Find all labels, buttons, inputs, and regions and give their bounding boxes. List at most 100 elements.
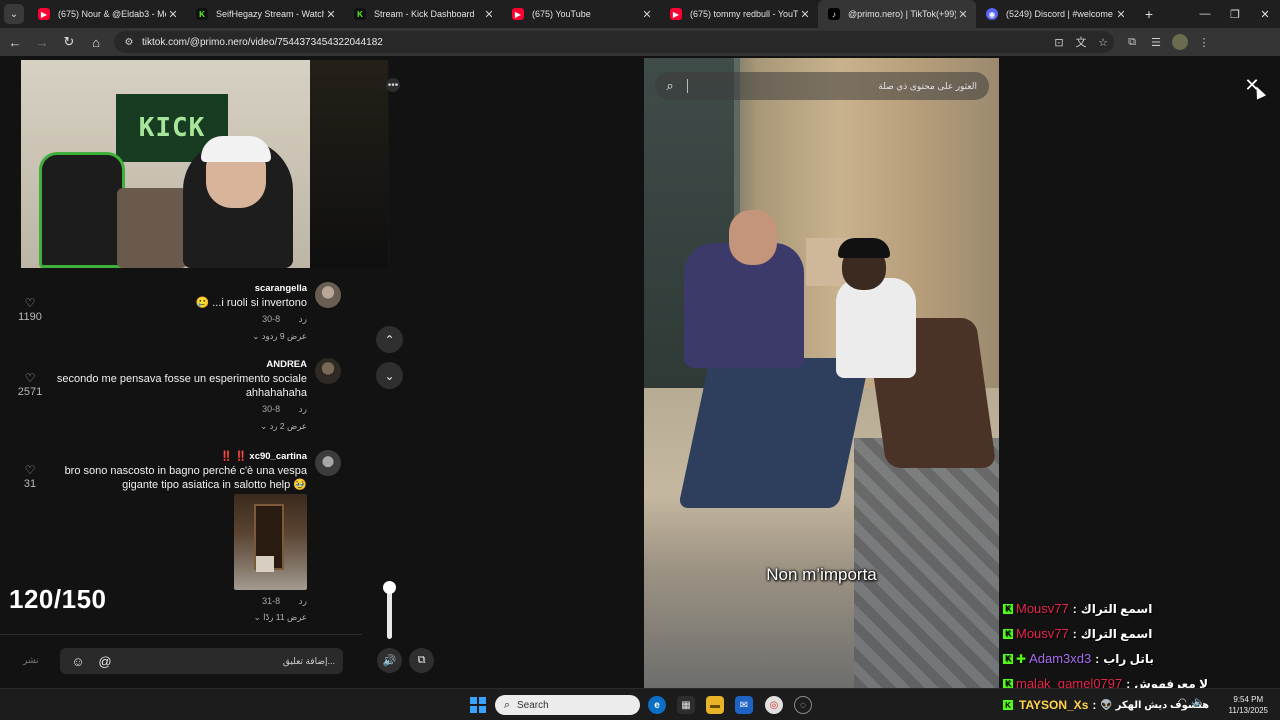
window-controls: — ❐ ✕ [1190, 0, 1280, 28]
profile-avatar[interactable] [1172, 34, 1188, 50]
youtube-icon: ▶ [38, 8, 50, 20]
comment-placeholder: إضافة تعليق... [282, 655, 335, 666]
obs-icon[interactable]: ◌ [794, 696, 812, 714]
site-info-icon[interactable]: ⚙ [122, 35, 136, 49]
kick-badge-icon: K [1003, 628, 1013, 639]
new-tab-button[interactable]: + [1138, 3, 1160, 25]
chat-nick[interactable]: Adam3xd3 [1029, 651, 1091, 666]
tab-kick-dashboard[interactable]: K Stream - Kick Dashboard ✕ [344, 0, 502, 28]
close-icon[interactable]: ✕ [482, 7, 496, 21]
post-comment-button[interactable]: نشر [23, 655, 39, 666]
translate-icon[interactable]: 文 [1070, 34, 1092, 50]
reply-link[interactable]: رد [299, 314, 307, 324]
tab-discord[interactable]: ◉ (5249) Discord | #welcome | Di ✕ [976, 0, 1134, 28]
more-options-icon[interactable]: ••• [386, 78, 400, 92]
close-icon[interactable]: ✕ [1114, 7, 1128, 21]
close-window-icon[interactable]: ✕ [1250, 0, 1280, 28]
home-icon[interactable]: ⌂ [84, 30, 108, 54]
reply-link[interactable]: رد [299, 404, 307, 414]
like-button[interactable]: ♡ 31 [14, 464, 46, 490]
like-button[interactable]: ♡ 2571 [14, 372, 46, 398]
comment-username[interactable]: ANDREA [266, 359, 307, 370]
tab-title: Stream - Kick Dashboard [374, 9, 475, 19]
comment-username[interactable]: ‼️ ‼️ xc90_cartina [220, 451, 307, 462]
like-button[interactable]: ♡ 1190 [14, 297, 46, 323]
system-tray: ◠ 🔈 [1178, 697, 1205, 708]
edge-icon[interactable]: e [648, 696, 666, 714]
mail-icon[interactable]: ✉ [735, 696, 753, 714]
file-explorer-icon[interactable]: ▬ [706, 696, 724, 714]
browser-menu-icon[interactable]: ⋮ [1192, 36, 1216, 49]
video-caption: Non m’importa [766, 565, 877, 584]
chrome-icon[interactable]: ◎ [765, 696, 783, 714]
chat-nick[interactable]: Mousv77 [1016, 601, 1069, 616]
close-icon[interactable]: ✕ [798, 7, 812, 21]
youtube-icon: ▶ [512, 8, 524, 20]
extensions-icon[interactable]: ⧉ [1120, 36, 1144, 49]
heart-icon: ♡ [24, 371, 36, 385]
picture-in-picture-icon[interactable]: ⧉ [409, 648, 434, 673]
avatar[interactable] [315, 282, 341, 308]
kick-icon: K [196, 8, 208, 20]
close-icon[interactable]: ✕ [640, 7, 654, 21]
minimize-icon[interactable]: — [1190, 0, 1220, 28]
back-icon[interactable]: ← [3, 30, 27, 54]
avatar[interactable] [315, 450, 341, 476]
tab-title: @primo.nero) | TikTok(+99) [848, 9, 956, 19]
mention-icon[interactable]: @ [96, 652, 114, 670]
tab-tiktok-active[interactable]: ♪ @primo.nero) | TikTok(+99) ✕ [818, 0, 976, 28]
chat-nick[interactable]: Mousv77 [1016, 626, 1069, 641]
related-search-input[interactable]: ⌕ العثور على محتوى ذي صلة [655, 72, 989, 100]
discord-icon: ◉ [986, 8, 998, 20]
bookmark-star-icon[interactable]: ☆ [1092, 36, 1114, 49]
view-replies-button[interactable]: ⌄ عرض 9 ردود [252, 331, 307, 342]
gaming-chair [39, 152, 125, 268]
restore-icon[interactable]: ❐ [1220, 0, 1250, 28]
reload-icon[interactable]: ↻ [57, 30, 81, 54]
tab-youtube-nour[interactable]: ▶ (675) Nour & @Eldab3 - Meen ✕ [28, 0, 186, 28]
close-icon[interactable]: ✕ [166, 7, 180, 21]
stream-goal-counter: 120/150 [9, 584, 107, 614]
next-video-button[interactable]: ⌄ [376, 362, 403, 389]
emoji-icon[interactable]: ☺ [69, 652, 87, 670]
tab-youtube-home[interactable]: ▶ (675) YouTube ✕ [502, 0, 660, 28]
comment-image[interactable] [234, 494, 307, 590]
tab-youtube-tommy[interactable]: ▶ (675) tommy redbull - YouTube ✕ [660, 0, 818, 28]
browser-toolbar: ← → ↻ ⌂ ⚙ tiktok.com/@primo.nero/video/7… [0, 28, 1280, 56]
chat-text: باتل راب [1103, 651, 1154, 666]
tab-search-icon[interactable]: ☰ [1144, 36, 1168, 49]
install-app-icon[interactable]: ⊡ [1048, 36, 1070, 49]
previous-video-button[interactable]: ⌃ [376, 326, 403, 353]
speaker-icon[interactable]: 🔈 [1193, 697, 1205, 708]
forward-icon[interactable]: → [30, 30, 54, 54]
like-count: 1190 [18, 311, 42, 323]
kick-badge-icon: K [1003, 653, 1013, 664]
windows-start-icon[interactable] [470, 697, 486, 713]
taskbar-search[interactable]: ⌕ Search [495, 695, 640, 715]
tab-search-button[interactable]: ⌄ [4, 4, 24, 24]
tab-kick-seifhegazy[interactable]: K SeifHegazy Stream - Watch Live ✕ [186, 0, 344, 28]
chat-text: اسمع التراك [1080, 626, 1153, 641]
wifi-icon[interactable]: ◠ [1178, 697, 1187, 708]
reply-link[interactable]: رد [299, 596, 307, 606]
comment-username[interactable]: scarangella [255, 283, 307, 294]
volume-slider-handle[interactable] [383, 581, 396, 594]
video-player[interactable] [644, 58, 999, 688]
view-replies-button[interactable]: ⌄ عرض 11 ردًا [254, 612, 307, 623]
close-icon[interactable]: ✕ [956, 7, 970, 21]
tab-title: (675) Nour & @Eldab3 - Meen [58, 9, 166, 19]
close-icon[interactable]: ✕ [324, 7, 338, 21]
search-icon[interactable]: ⌕ [655, 72, 685, 100]
tiktok-icon: ♪ [828, 8, 840, 20]
comment-meta: رد 8-30 [248, 314, 307, 325]
comment-input[interactable]: ☺ @ إضافة تعليق... [60, 648, 343, 674]
volume-icon[interactable]: 🔊 [377, 648, 402, 673]
clock[interactable]: 9:54 PM 11/13/2025 [1229, 694, 1268, 716]
subscriber-badge-icon: ✚ [1016, 651, 1027, 666]
tab-title: (675) tommy redbull - YouTube [690, 9, 798, 19]
avatar[interactable] [315, 358, 341, 384]
address-bar[interactable]: ⚙ tiktok.com/@primo.nero/video/754437345… [114, 31, 1114, 53]
store-icon[interactable]: ▦ [677, 696, 695, 714]
tab-title: SeifHegazy Stream - Watch Live [216, 9, 324, 19]
view-replies-button[interactable]: ⌄ عرض 2 رد [260, 421, 307, 432]
